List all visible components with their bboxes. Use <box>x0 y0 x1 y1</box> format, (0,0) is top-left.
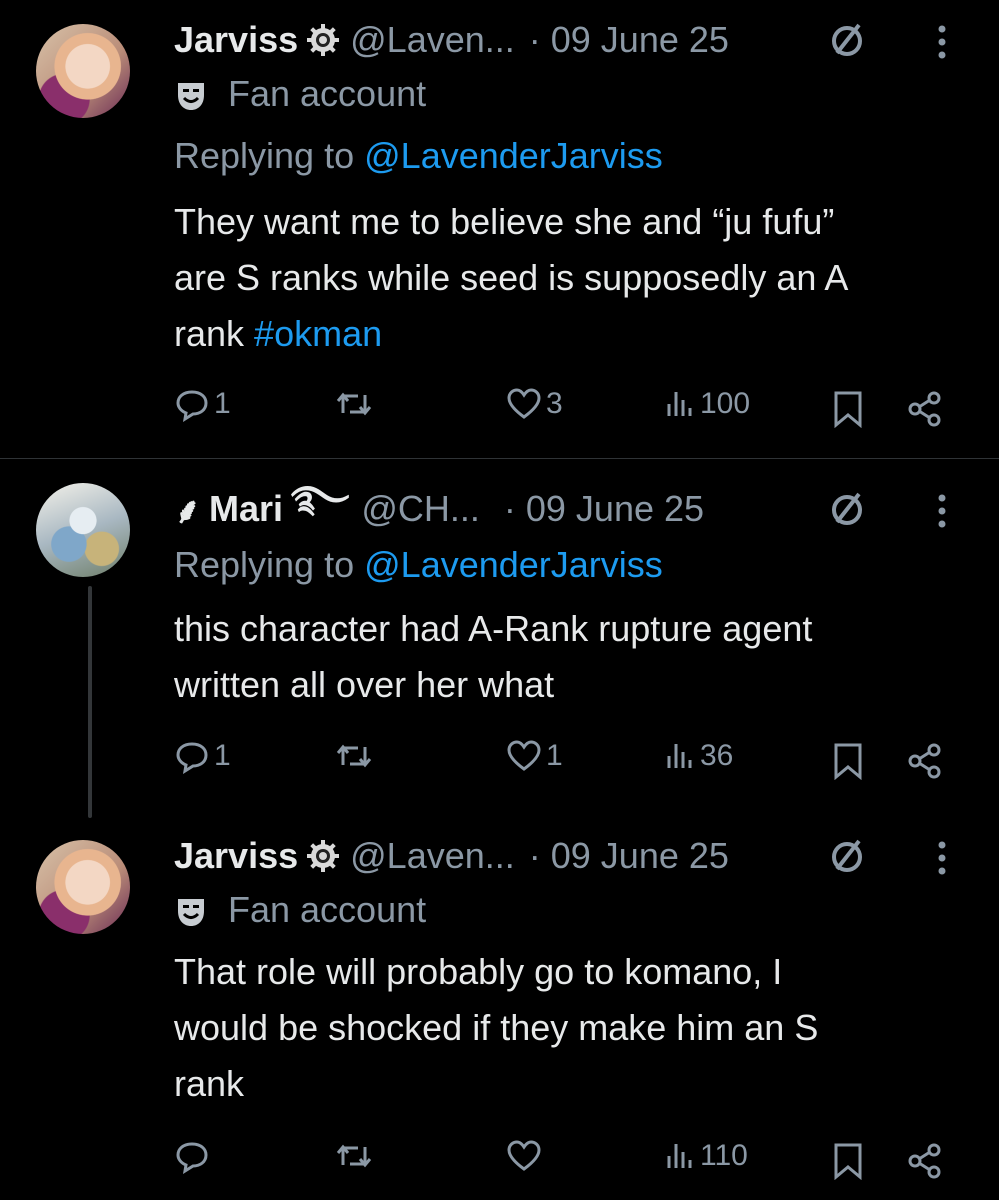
tweet[interactable]: ⸙ Mari ࿐ @CH... · 09 June 25 Replying to… <box>0 459 999 819</box>
handle[interactable]: @Laven... <box>350 835 515 877</box>
display-name[interactable]: Jarviss <box>174 835 298 877</box>
no-icon <box>832 839 862 872</box>
retweet-icon <box>336 744 372 768</box>
verified-gear-icon <box>307 840 340 872</box>
like-icon <box>507 388 541 419</box>
views-count: 36 <box>700 739 734 772</box>
text-line: are S ranks while seed is supposedly an … <box>174 257 849 298</box>
replying-to-label: Replying to <box>174 135 355 176</box>
theater-mask-icon <box>178 83 204 111</box>
bookmark-icon[interactable] <box>832 390 864 428</box>
reply-icon <box>176 390 208 422</box>
retweet-button[interactable] <box>334 738 378 774</box>
text-fragment: rank <box>174 313 245 354</box>
tweet-header: ⸙ Mari ࿐ @CH... · 09 June 25 <box>174 478 704 531</box>
retweet-icon <box>336 1144 372 1168</box>
timestamp[interactable]: · 09 June 25 <box>529 835 729 877</box>
retweet-button[interactable] <box>334 386 378 422</box>
like-icon <box>507 740 541 771</box>
reply-context: Replying to @LavenderJarviss <box>174 539 663 591</box>
tweet-header: Jarviss @Laven... · 09 June 25 <box>174 834 729 878</box>
timestamp[interactable]: · 09 June 25 <box>504 488 704 530</box>
text-line: That role will probably go to komano, I <box>174 951 783 992</box>
text-line: They want me to believe she and “ju fufu… <box>174 201 835 242</box>
views-button[interactable]: 100 <box>664 386 750 422</box>
name-decoration-left: ⸙ <box>174 489 202 531</box>
text-line: would be shocked if they make him an S <box>174 1007 819 1048</box>
tweet[interactable]: Jarviss @Laven... · 09 June 25 Fan accou… <box>0 818 999 1200</box>
text-line: this character had A-Rank rupture agent <box>174 608 813 649</box>
action-bar: 1 1 36 <box>0 738 999 782</box>
views-icon <box>667 1144 692 1168</box>
handle[interactable]: @CH... <box>361 488 480 530</box>
hashtag-link[interactable]: #okman <box>254 313 382 354</box>
like-button[interactable] <box>506 1138 546 1174</box>
avatar[interactable] <box>36 483 130 577</box>
share-icon[interactable] <box>906 1142 944 1180</box>
more-icon[interactable] <box>936 24 948 60</box>
tweet-header: Jarviss @Laven... · 09 June 25 <box>174 18 729 62</box>
theater-mask-icon <box>178 899 204 927</box>
fan-account-badge: Fan account <box>174 884 426 936</box>
bookmark-icon[interactable] <box>832 742 864 780</box>
thread-connector <box>88 586 92 818</box>
tweet[interactable]: Jarviss @Laven... · 09 June 25 Fan accou… <box>0 0 999 458</box>
tweet-text: They want me to believe she and “ju fufu… <box>174 194 974 362</box>
reply-count: 1 <box>214 739 231 772</box>
views-icon <box>667 744 692 768</box>
avatar[interactable] <box>36 24 130 118</box>
bookmark-icon[interactable] <box>832 1142 864 1180</box>
badge-label: Fan account <box>228 889 427 930</box>
like-icon <box>507 1140 541 1171</box>
avatar[interactable] <box>36 840 130 934</box>
more-icon[interactable] <box>936 493 948 529</box>
no-icon <box>832 492 862 525</box>
views-count: 110 <box>700 1139 748 1172</box>
text-line: rank <box>174 1063 245 1104</box>
reply-button[interactable] <box>174 1138 214 1174</box>
display-name[interactable]: Mari <box>209 488 283 530</box>
mention-link[interactable]: @LavenderJarviss <box>364 135 663 176</box>
like-count: 3 <box>546 387 563 420</box>
timestamp[interactable]: · 09 June 25 <box>529 19 729 61</box>
tweet-text: this character had A-Rank rupture agent … <box>174 601 974 713</box>
retweet-button[interactable] <box>334 1138 378 1174</box>
share-icon[interactable] <box>906 742 944 780</box>
share-icon[interactable] <box>906 390 944 428</box>
mention-link[interactable]: @LavenderJarviss <box>364 544 663 585</box>
handle[interactable]: @Laven... <box>350 19 515 61</box>
like-button[interactable]: 1 <box>506 738 563 774</box>
reply-button[interactable]: 1 <box>174 738 231 774</box>
reply-button[interactable]: 1 <box>174 386 231 422</box>
text-line: rank #okman <box>174 306 974 362</box>
action-bar: 1 3 100 <box>0 386 999 430</box>
reply-icon <box>176 1142 208 1174</box>
verified-gear-icon <box>307 24 340 56</box>
text-line: written all over her what <box>174 664 555 705</box>
views-icon <box>667 392 692 416</box>
views-button[interactable]: 110 <box>664 1138 748 1174</box>
more-icon[interactable] <box>936 840 948 876</box>
tweet-text: That role will probably go to komano, I … <box>174 944 974 1112</box>
like-button[interactable]: 3 <box>506 386 563 422</box>
retweet-icon <box>336 392 372 416</box>
like-count: 1 <box>546 739 563 772</box>
reply-count: 1 <box>214 387 231 420</box>
replying-to-label: Replying to <box>174 544 355 585</box>
reply-context: Replying to @LavenderJarviss <box>174 130 663 182</box>
display-name[interactable]: Jarviss <box>174 19 298 61</box>
reply-icon <box>176 742 208 774</box>
badge-label: Fan account <box>228 73 427 114</box>
no-icon <box>832 23 862 56</box>
views-count: 100 <box>700 387 751 420</box>
fan-account-badge: Fan account <box>174 68 426 120</box>
action-bar: 110 <box>0 1138 999 1182</box>
views-button[interactable]: 36 <box>664 738 733 774</box>
